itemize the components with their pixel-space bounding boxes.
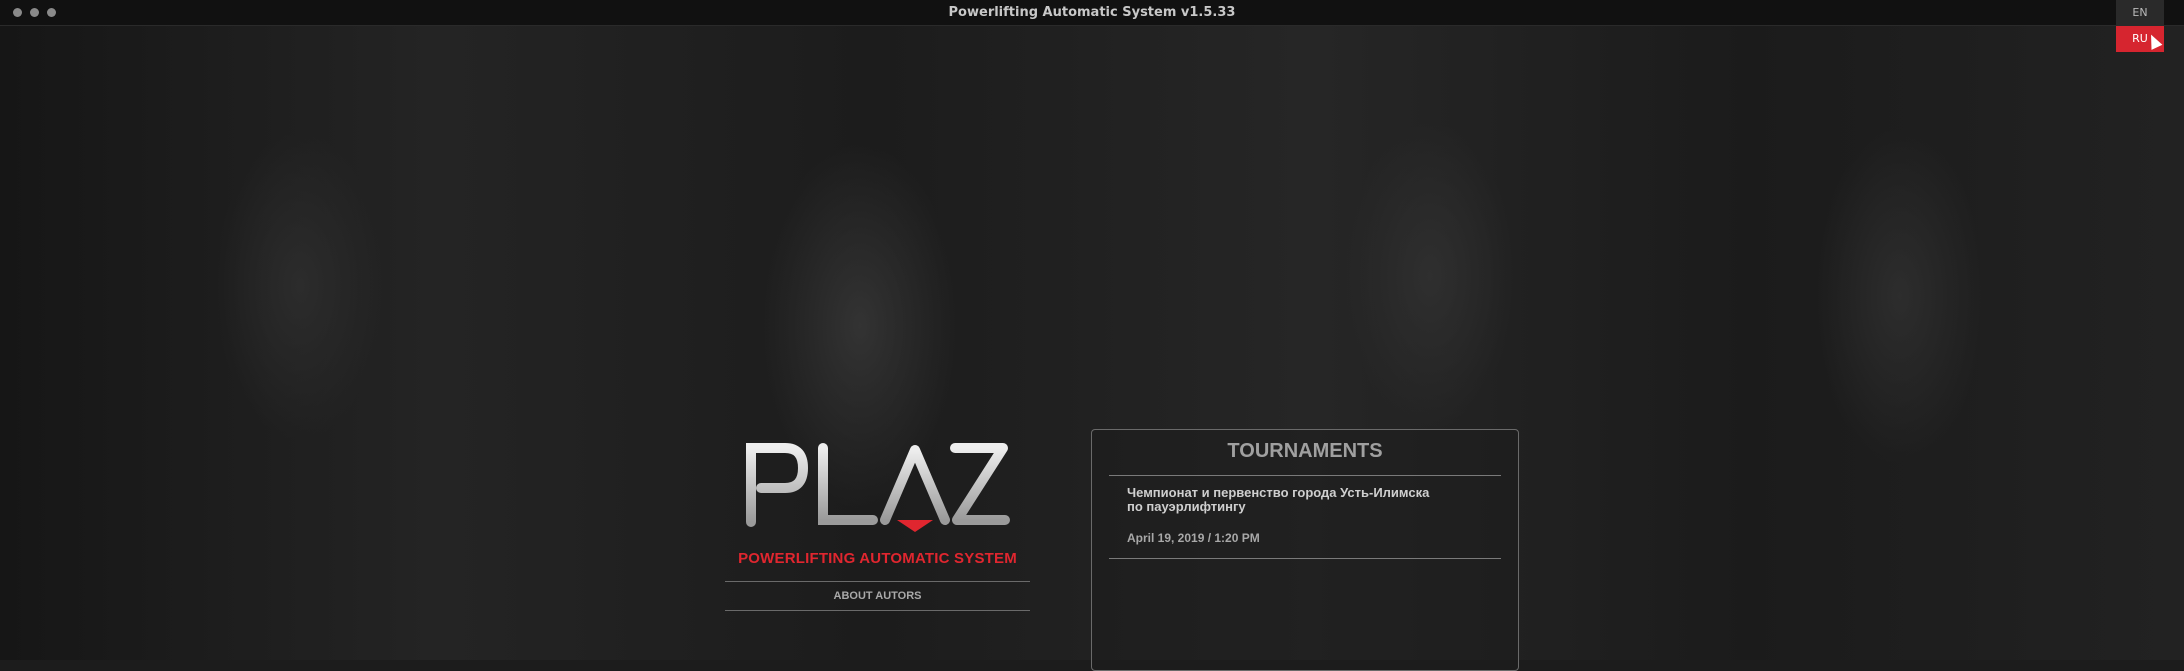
- tournaments-panel: TOURNAMENTS Чемпионат и первенство город…: [1091, 429, 1519, 671]
- title-bar: Powerlifting Automatic System v1.5.33: [0, 0, 2184, 26]
- about-authors-link[interactable]: ABOUT AUTORS: [725, 582, 1030, 610]
- tournaments-title: TOURNAMENTS: [1227, 440, 1383, 462]
- tournament-name: Чемпионат и первенство города Усть-Илимс…: [1127, 485, 1430, 514]
- divider: [1109, 558, 1501, 559]
- divider: [725, 610, 1030, 611]
- tournament-date: April 19, 2019 / 1:20 PM: [1127, 531, 1260, 545]
- language-option-en[interactable]: EN: [2116, 0, 2164, 26]
- plas-logo: [745, 443, 1010, 532]
- window-title: Powerlifting Automatic System v1.5.33: [948, 5, 1236, 20]
- app-subtitle: POWERLIFTING AUTOMATIC SYSTEM: [738, 550, 1017, 567]
- tournament-item[interactable]: Чемпионат и первенство города Усть-Илимс…: [1109, 485, 1501, 546]
- brand-block: POWERLIFTING AUTOMATIC SYSTEM ABOUT AUTO…: [725, 440, 1030, 611]
- divider: [1109, 475, 1501, 476]
